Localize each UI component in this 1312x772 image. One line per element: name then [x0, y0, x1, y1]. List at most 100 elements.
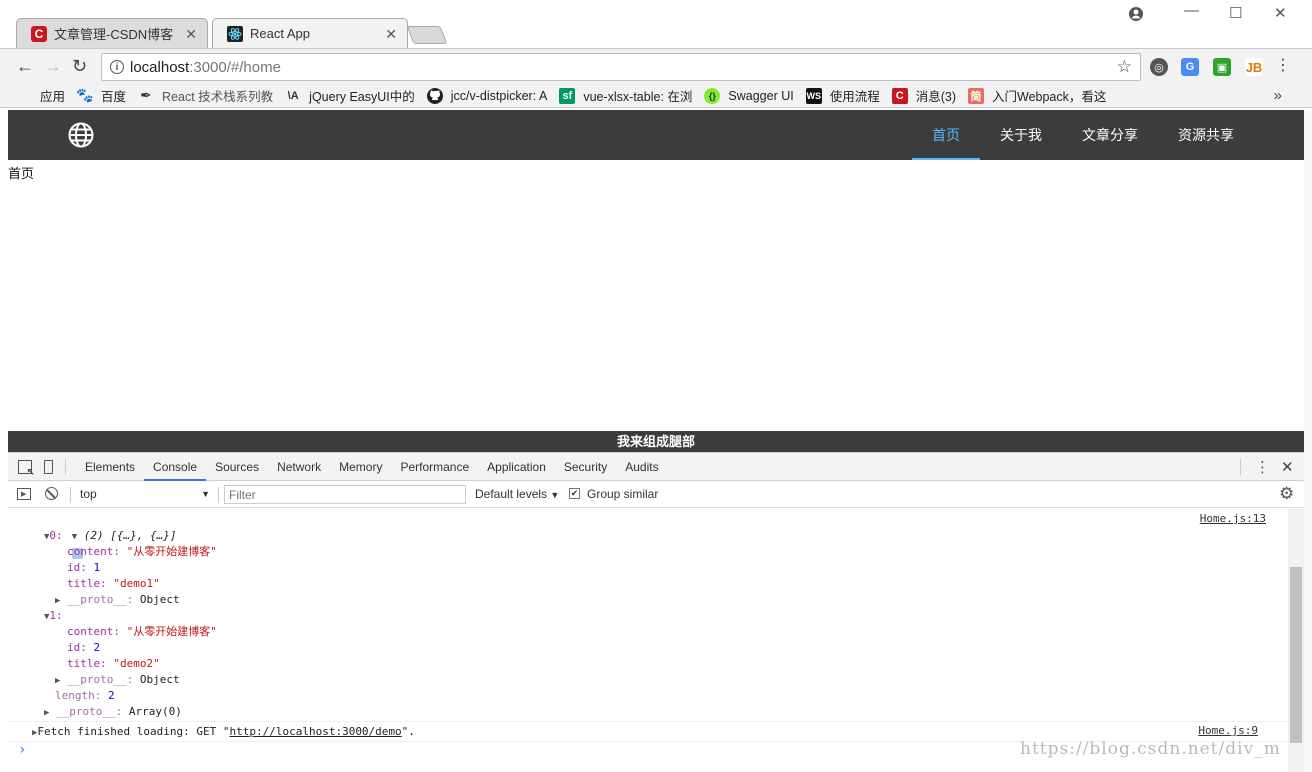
tab-application[interactable]: Application [478, 453, 555, 481]
tab-console[interactable]: Console [144, 453, 207, 481]
globe-logo-icon[interactable] [68, 122, 94, 151]
bookmark-baidu[interactable]: 🐾 百度 [76, 86, 127, 105]
array-proto-row[interactable]: ▶ __proto__: Array(0) [44, 704, 182, 721]
page-viewport: 首页 关于我 文章分享 资源共享 首页 我来组成腿部 [8, 110, 1304, 452]
fetch-suffix: ". [401, 725, 415, 738]
close-tab-icon[interactable]: ✕ [185, 26, 197, 43]
source-link[interactable]: Home.js:13 [1200, 512, 1266, 525]
google-translate-icon[interactable]: G [1181, 58, 1199, 76]
tab-sources[interactable]: Sources [206, 453, 268, 481]
array-item-1[interactable]: ▼1: [44, 608, 63, 625]
browser-toolbar: ← → ↻ i localhost:3000/#/home ☆ ◎ G ▣ JB… [0, 48, 1312, 84]
source-link[interactable]: Home.js:9 [1198, 724, 1258, 737]
property-row: content: "从零开始建博客" [67, 624, 217, 640]
nav-articles[interactable]: 文章分享 [1070, 110, 1150, 160]
devtools-close-icon[interactable]: ✕ [1281, 458, 1294, 476]
tab-security[interactable]: Security [555, 453, 616, 481]
collapsed-triangle-icon[interactable]: ▶ [44, 708, 49, 718]
fetch-log-line[interactable]: ▶Fetch finished loading: GET "http://loc… [32, 724, 415, 741]
bookmark-v-distpicker[interactable]: jcc/v-distpicker: A [426, 87, 547, 104]
group-similar-checkbox[interactable]: ✔ [569, 488, 580, 499]
clear-console-icon[interactable] [45, 487, 58, 500]
property-value: Object [139, 593, 180, 606]
device-toolbar-icon[interactable] [44, 459, 53, 474]
bookmark-apps[interactable]: 应用 [18, 86, 65, 105]
devtools-tabbar: ↖ Elements Console Sources Network Memor… [8, 453, 1304, 481]
collapsed-triangle-icon[interactable]: ▶ [55, 676, 60, 686]
bookmark-webpack-intro[interactable]: 简 入门Webpack，看这 [968, 86, 1106, 105]
bookmark-swagger-ui[interactable]: {} Swagger UI [704, 87, 794, 104]
property-row: id: 2 [67, 640, 100, 656]
back-arrow-icon[interactable]: ← [16, 56, 34, 77]
collapsed-triangle-icon[interactable]: ▶ [55, 596, 60, 606]
minimize-icon[interactable]: — [1184, 2, 1199, 19]
console-scrollbar[interactable] [1288, 509, 1304, 772]
ws-icon: WS [805, 87, 822, 104]
close-tab-icon[interactable]: ✕ [385, 26, 397, 43]
extension-icon[interactable]: ◎ [1150, 58, 1168, 76]
bookmark-usage-flow[interactable]: WS 使用流程 [805, 86, 880, 105]
bookmark-star-icon[interactable]: ☆ [1117, 57, 1132, 77]
scrollbar-thumb[interactable] [1290, 567, 1302, 743]
property-key: __proto__: [67, 593, 134, 606]
tab-memory[interactable]: Memory [330, 453, 391, 481]
new-tab-button[interactable] [406, 26, 448, 44]
bookmark-label: 入门Webpack，看这 [992, 90, 1107, 104]
index-key: 1: [49, 609, 63, 622]
address-bar[interactable]: i localhost:3000/#/home ☆ [101, 53, 1141, 81]
window-close-icon[interactable]: ✕ [1274, 4, 1287, 22]
console-settings-icon[interactable]: ⚙ [1279, 484, 1294, 504]
nav-resources[interactable]: 资源共享 [1166, 110, 1246, 160]
property-row: title: "demo1" [67, 576, 160, 592]
forward-arrow-icon[interactable]: → [44, 56, 62, 77]
bookmark-messages[interactable]: C 消息(3) [891, 86, 956, 105]
fetch-url-link[interactable]: http://localhost:3000/demo [229, 725, 401, 738]
bookmark-react-tutorial[interactable]: ✒ React 技术栈系列教 [138, 86, 273, 105]
devtools-panel: ↖ Elements Console Sources Network Memor… [8, 452, 1304, 772]
context-select[interactable]: top ▼ [80, 481, 212, 508]
maximize-icon[interactable]: ☐ [1229, 4, 1242, 22]
site-footer: 我来组成腿部 [8, 431, 1304, 452]
tab-audits[interactable]: Audits [616, 453, 667, 481]
property-key: title: [67, 657, 107, 670]
property-key: content: [67, 545, 120, 558]
property-value: Array(0) [128, 705, 182, 718]
jetbrains-icon[interactable]: JB [1245, 58, 1263, 76]
bookmark-label: 使用流程 [829, 90, 880, 104]
nav-home[interactable]: 首页 [912, 110, 980, 160]
nav-about-me[interactable]: 关于我 [986, 110, 1056, 160]
jianshu-icon: 简 [968, 87, 984, 104]
sidebar-toggle-icon[interactable]: ▶ [17, 488, 31, 500]
tab-network[interactable]: Network [268, 453, 330, 481]
profile-icon[interactable] [1128, 6, 1144, 26]
property-row: title: "demo2" [67, 656, 160, 672]
devtools-menu-icon[interactable]: ⋮ [1255, 458, 1270, 476]
tab-elements[interactable]: Elements [76, 453, 144, 481]
dropdown-arrow-icon: ▼ [201, 489, 210, 499]
proto-row[interactable]: ▶ __proto__: Object [55, 592, 180, 609]
bookmark-label: vue-xlsx-table: 在浏 [583, 90, 693, 104]
array-summary: (2) [{…}, {…}] [83, 529, 177, 542]
swagger-icon: {} [704, 87, 721, 104]
expanded-triangle-icon[interactable]: ▼ [72, 532, 77, 542]
bookmark-label: 百度 [101, 90, 127, 104]
console-filter-input[interactable] [224, 485, 466, 504]
bookmark-jquery-easyui[interactable]: \A jQuery EasyUI中的 [285, 86, 415, 105]
property-key: content: [67, 625, 120, 638]
inspect-element-icon[interactable]: ↖ [18, 459, 35, 478]
log-levels-select[interactable]: Default levels ▼ [475, 481, 559, 509]
array-item-0[interactable]: ▼0: [44, 528, 63, 545]
bookmark-vue-xlsx-table[interactable]: sf vue-xlsx-table: 在浏 [559, 86, 692, 105]
tab-performance[interactable]: Performance [391, 453, 478, 481]
tab-react-app[interactable]: React App ✕ [212, 18, 408, 48]
more-bookmarks-icon[interactable]: » [1274, 87, 1282, 104]
info-icon[interactable]: i [110, 60, 124, 74]
reload-icon[interactable]: ↻ [72, 56, 87, 77]
tab-csdn[interactable]: C 文章管理-CSDN博客 ✕ [16, 18, 208, 48]
chrome-menu-icon[interactable]: ⋮ [1275, 55, 1291, 75]
proto-row[interactable]: ▶ __proto__: Object [55, 672, 180, 689]
property-key: id: [67, 641, 87, 654]
console-prompt[interactable]: › [18, 742, 26, 758]
tab-strip: C 文章管理-CSDN博客 ✕ React App ✕ — ☐ ✕ [0, 0, 1312, 48]
extension-green-icon[interactable]: ▣ [1213, 58, 1231, 76]
